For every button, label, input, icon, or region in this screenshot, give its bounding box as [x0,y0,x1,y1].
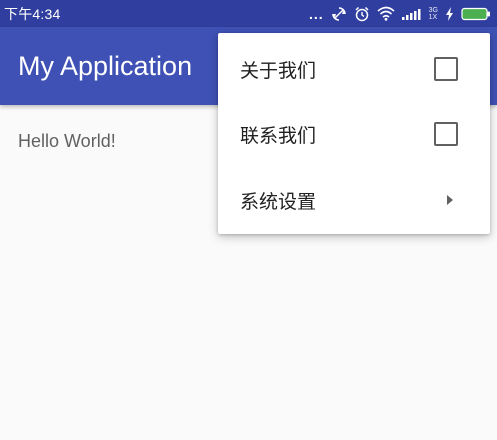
menu-item-label: 关于我们 [240,59,317,82]
sync-icon [331,6,347,22]
menu-item-label: 系统设置 [240,190,317,213]
signal-icon [401,8,422,20]
status-bar: 下午4:34 ... 3G 1X [0,0,497,27]
menu-item-about-us[interactable]: 关于我们 [218,36,490,102]
status-time: 下午4:34 [4,5,61,22]
contact-us-checkbox[interactable] [434,122,458,146]
network-label-bottom: 1X [428,13,438,21]
overflow-menu: 关于我们 联系我们 系统设置 [218,33,490,234]
menu-item-system-settings[interactable]: 系统设置 [218,167,490,233]
menu-item-label: 联系我们 [240,124,317,147]
about-us-checkbox[interactable] [434,57,458,81]
hello-world-text: Hello World! [18,131,116,151]
network-type-label: 3G 1X [429,7,438,21]
battery-icon [461,7,491,21]
charging-icon [445,6,454,21]
submenu-arrow-icon [446,191,454,210]
network-label-top: 3G [428,6,438,14]
status-icons: ... 3G 1X [309,6,491,22]
app-title: My Application [18,51,193,81]
more-notifications-indicator: ... [308,5,324,22]
alarm-icon [354,6,370,22]
wifi-icon [377,6,395,21]
menu-item-contact-us[interactable]: 联系我们 [218,101,490,167]
